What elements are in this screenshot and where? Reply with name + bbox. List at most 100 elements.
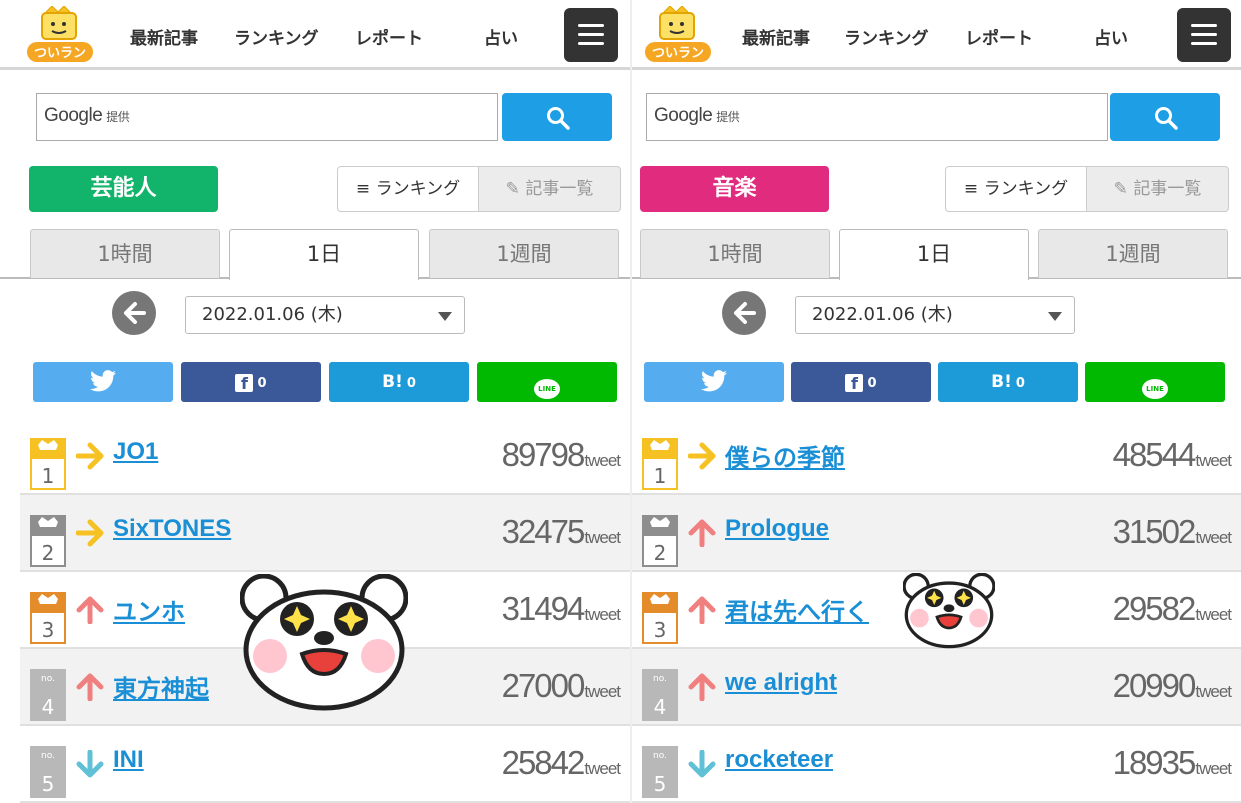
- rank-number: 5: [654, 772, 667, 796]
- category-label: 音楽: [640, 166, 829, 212]
- ranking-row: 1 JO1 89798tweet: [20, 418, 630, 495]
- date-select[interactable]: 2022.01.06 (木): [185, 296, 465, 334]
- nav-ranking[interactable]: ランキング: [844, 24, 929, 49]
- date-select[interactable]: 2022.01.06 (木): [795, 296, 1075, 334]
- trend-up-icon: [688, 596, 716, 624]
- hatena-share-button[interactable]: B! 0: [938, 362, 1078, 402]
- tweet-unit: tweet: [584, 451, 621, 470]
- ranking-view-button[interactable]: ≡ ランキング: [337, 166, 479, 212]
- site-logo[interactable]: ついラン: [642, 5, 714, 64]
- tweet-count: 31502tweet: [1112, 513, 1232, 551]
- tweet-count-value: 29582: [1112, 590, 1197, 627]
- tab-1week[interactable]: 1週間: [429, 229, 619, 278]
- facebook-count: 0: [867, 376, 877, 391]
- bear-sticker: [903, 573, 995, 649]
- nav-latest[interactable]: 最新記事: [742, 24, 810, 49]
- facebook-count: 0: [257, 376, 267, 391]
- ranking-row: 2 Prologue 31502tweet: [632, 495, 1241, 572]
- tweet-unit: tweet: [584, 528, 621, 547]
- ranking-title-link[interactable]: Prologue: [725, 515, 829, 543]
- tweet-unit: tweet: [1195, 759, 1232, 778]
- tweet-unit: tweet: [1195, 528, 1232, 547]
- facebook-share-button[interactable]: f0: [181, 362, 321, 402]
- tweet-count: 32475tweet: [502, 513, 621, 551]
- rank-number: 2: [654, 541, 667, 565]
- ranking-row: no. 4 we alright 20990tweet: [632, 649, 1241, 726]
- search-button[interactable]: [502, 93, 612, 141]
- twitter-share-button[interactable]: [33, 362, 173, 402]
- left-panel: ついラン 最新記事 ランキング レポート 占い Google 提供 芸能人 ≡ ラ…: [0, 0, 630, 803]
- menu-icon-bar: [578, 42, 604, 45]
- tweet-unit: tweet: [584, 682, 621, 701]
- nav-report[interactable]: レポート: [965, 24, 1033, 49]
- line-share-button[interactable]: LINE: [1085, 362, 1225, 402]
- tweet-count-value: 31502: [1112, 513, 1197, 550]
- trend-up-icon: [688, 673, 716, 701]
- hatena-count: 0: [1015, 376, 1025, 391]
- hatena-share-button[interactable]: B! 0: [329, 362, 469, 402]
- back-button[interactable]: [722, 291, 766, 335]
- rank-badge: no. 4: [30, 669, 66, 721]
- ranking-title-link[interactable]: ユンホ: [113, 592, 185, 627]
- ranking-view-button[interactable]: ≡ ランキング: [945, 166, 1087, 212]
- dropdown-arrow-icon: [438, 312, 452, 321]
- article-list-button[interactable]: ✎ 記事一覧: [1087, 166, 1229, 212]
- ranking-title-link[interactable]: 君は先へ行く: [725, 592, 869, 627]
- search-placeholder-brand: Google: [44, 105, 103, 126]
- tab-1day[interactable]: 1日: [839, 229, 1029, 280]
- trend-same-icon: [76, 442, 104, 470]
- site-header: ついラン 最新記事 ランキング レポート 占い: [0, 0, 630, 70]
- rank-number: 4: [42, 695, 55, 719]
- site-logo[interactable]: ついラン: [24, 5, 96, 64]
- date-select-value: 2022.01.06 (木): [202, 304, 343, 325]
- tab-1day[interactable]: 1日: [229, 229, 419, 280]
- tweet-count-value: 27000: [501, 667, 586, 704]
- tweet-count-value: 89798: [501, 436, 586, 473]
- menu-button[interactable]: [564, 8, 618, 62]
- right-panel: ついラン 最新記事 ランキング レポート 占い Google 提供 音楽 ≡ ラン…: [630, 0, 1241, 803]
- rank-badge: no. 5: [30, 746, 66, 798]
- nav-report[interactable]: レポート: [355, 24, 423, 49]
- rank-badge: 2: [30, 515, 66, 567]
- tab-1week[interactable]: 1週間: [1038, 229, 1228, 278]
- nav-fortune[interactable]: 占い: [484, 24, 518, 49]
- ranking-title-link[interactable]: rocketeer: [725, 746, 833, 774]
- tweet-unit: tweet: [584, 759, 621, 778]
- search-button[interactable]: [1110, 93, 1220, 141]
- tab-1hour[interactable]: 1時間: [30, 229, 220, 278]
- nav-latest[interactable]: 最新記事: [130, 24, 198, 49]
- rank-number: 1: [654, 464, 667, 488]
- menu-button[interactable]: [1177, 8, 1231, 62]
- tweet-count-value: 48544: [1112, 436, 1197, 473]
- menu-icon-bar: [1191, 42, 1217, 45]
- search-placeholder-small: 提供: [716, 110, 740, 124]
- line-share-button[interactable]: LINE: [477, 362, 617, 402]
- ranking-title-link[interactable]: JO1: [113, 438, 158, 466]
- facebook-share-button[interactable]: f0: [791, 362, 931, 402]
- search-placeholder: Google 提供: [44, 105, 130, 127]
- logo-mascot-icon: ついラン: [645, 5, 711, 62]
- ranking-title-link[interactable]: we alright: [725, 669, 837, 697]
- article-list-button[interactable]: ✎ 記事一覧: [479, 166, 621, 212]
- ranking-title-link[interactable]: INI: [113, 746, 144, 774]
- nav-ranking[interactable]: ランキング: [234, 24, 319, 49]
- search-input[interactable]: Google 提供: [36, 93, 498, 141]
- tab-1hour[interactable]: 1時間: [640, 229, 830, 278]
- ranking-title-link[interactable]: 東方神起: [113, 669, 209, 704]
- rank-number: 4: [654, 695, 667, 719]
- ranking-list-icon: ≡: [355, 179, 371, 199]
- trend-up-icon: [76, 596, 104, 624]
- search-placeholder-brand: Google: [654, 105, 713, 126]
- svg-text:ついラン: ついラン: [34, 46, 86, 61]
- menu-icon: [1191, 24, 1217, 27]
- twitter-share-button[interactable]: [644, 362, 784, 402]
- trend-same-icon: [76, 519, 104, 547]
- ranking-title-link[interactable]: SixTONES: [113, 515, 231, 543]
- nav-fortune[interactable]: 占い: [1094, 24, 1128, 49]
- search-input[interactable]: Google 提供: [646, 93, 1108, 141]
- edit-icon: ✎: [1113, 179, 1128, 199]
- twitter-icon: [90, 370, 116, 392]
- ranking-title-link[interactable]: 僕らの季節: [725, 438, 845, 473]
- back-button[interactable]: [112, 291, 156, 335]
- tweet-count: 31494tweet: [502, 590, 621, 628]
